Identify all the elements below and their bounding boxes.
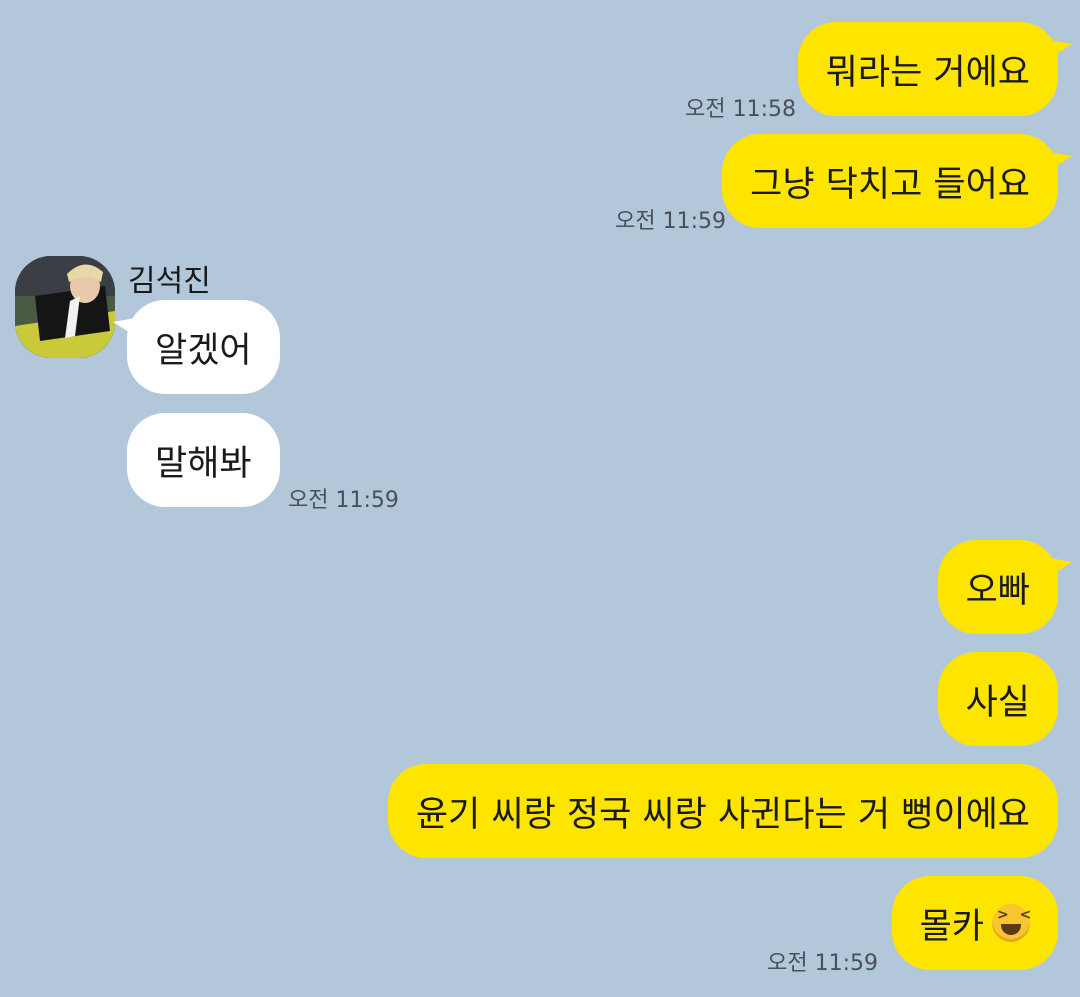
sender-avatar[interactable]	[15, 256, 115, 358]
message-text: 그냥 닥치고 들어요	[750, 164, 1030, 205]
outgoing-message[interactable]: 그냥 닥치고 들어요	[722, 134, 1072, 228]
outgoing-message[interactable]: 몰카	[891, 876, 1058, 970]
message-text: 윤기 씨랑 정국 씨랑 사귄다는 거 뻥이에요	[415, 794, 1030, 835]
outgoing-message[interactable]: 오빠	[937, 540, 1073, 634]
outgoing-message[interactable]: 윤기 씨랑 정국 씨랑 사귄다는 거 뻥이에요	[387, 764, 1058, 858]
message-timestamp: 오전 11:58	[685, 97, 796, 122]
avatar-photo	[15, 256, 115, 358]
message-text: 알겠어	[155, 330, 252, 371]
incoming-message[interactable]: 알겠어	[113, 300, 280, 394]
message-text: 사실	[965, 682, 1030, 723]
message-text: 말해봐	[155, 443, 252, 484]
sender-name: 김석진	[128, 264, 211, 299]
outgoing-message[interactable]: 사실	[937, 652, 1058, 746]
message-text: 몰카	[919, 906, 984, 947]
incoming-message[interactable]: 말해봐	[127, 413, 280, 507]
message-timestamp: 오전 11:59	[615, 209, 726, 234]
message-text: 오빠	[965, 570, 1030, 611]
outgoing-message[interactable]: 뭐라는 거에요	[797, 22, 1073, 116]
message-text: 뭐라는 거에요	[825, 52, 1030, 93]
message-timestamp: 오전 11:59	[288, 488, 399, 513]
message-timestamp: 오전 11:59	[767, 951, 878, 976]
laughing-squinting-face-icon	[992, 904, 1034, 942]
